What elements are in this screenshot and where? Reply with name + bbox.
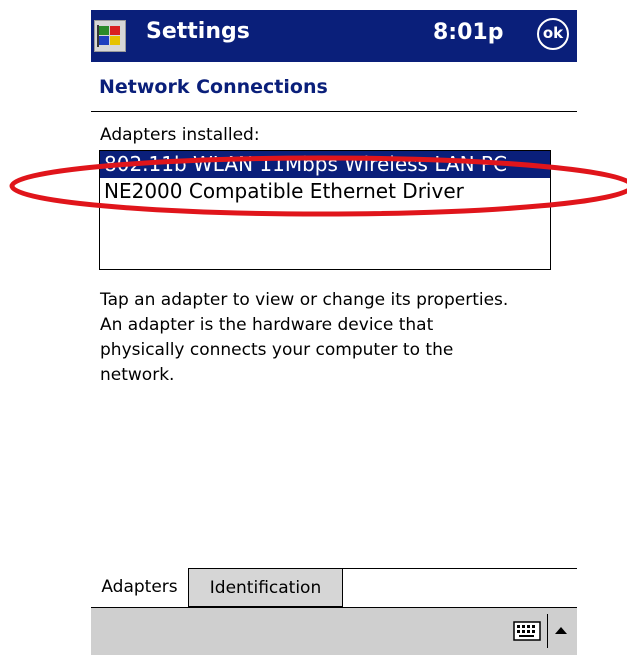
list-item-ethernet-adapter[interactable]: NE2000 Compatible Ethernet Driver xyxy=(100,178,550,205)
page-title: Network Connections xyxy=(99,76,328,98)
ok-button[interactable]: ok xyxy=(537,18,569,50)
list-item-wlan-adapter[interactable]: 802.11b WLAN 11Mbps Wireless LAN PC xyxy=(100,151,550,178)
help-text: Tap an adapter to view or change its pro… xyxy=(100,290,509,385)
sip-divider xyxy=(547,614,548,648)
keyboard-icon[interactable] xyxy=(513,621,541,641)
title-bar: Settings 8:01p ok xyxy=(91,10,577,62)
tab-strip-border xyxy=(343,568,577,569)
tab-adapters[interactable]: Adapters xyxy=(91,568,189,607)
pocketpc-screen: Settings 8:01p ok Network Connections Ad… xyxy=(91,0,577,655)
heading-divider xyxy=(91,111,577,112)
adapters-list[interactable]: 802.11b WLAN 11Mbps Wireless LAN PC NE20… xyxy=(99,150,551,270)
tab-identification[interactable]: Identification xyxy=(189,568,343,607)
app-title: Settings xyxy=(146,19,250,44)
clock[interactable]: 8:01p xyxy=(433,20,503,45)
windows-flag-icon[interactable] xyxy=(94,20,126,52)
menu-bar xyxy=(91,607,577,655)
adapters-list-label: Adapters installed: xyxy=(100,125,260,145)
up-arrow-icon[interactable] xyxy=(552,623,570,637)
tab-strip: Adapters Identification xyxy=(91,568,577,608)
